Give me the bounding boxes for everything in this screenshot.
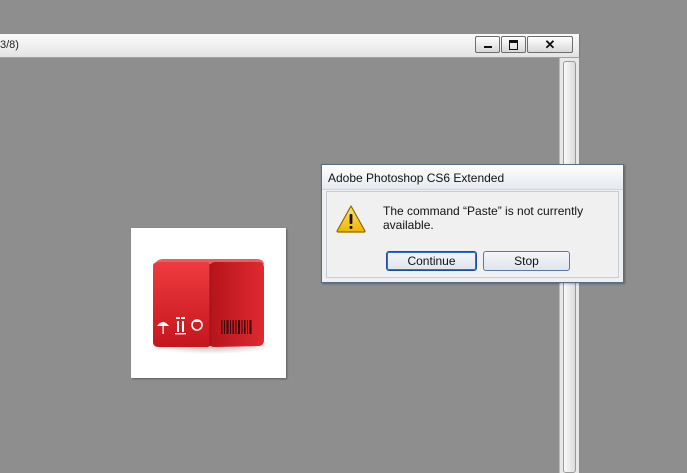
dialog-body: The command “Paste” is not currently ava… [326,191,619,278]
dialog-titlebar[interactable]: Adobe Photoshop CS6 Extended [322,165,623,190]
stop-button[interactable]: Stop [483,251,570,271]
warning-icon [336,205,366,233]
close-icon: ✕ [544,37,556,52]
document-title: 3/8) [0,39,19,51]
minimize-button[interactable] [475,36,500,53]
alert-dialog: Adobe Photoshop CS6 Extended The command… [321,164,624,283]
dialog-message: The command “Paste” is not currently ava… [383,204,584,232]
continue-button[interactable]: Continue [386,251,477,271]
document-window-titlebar[interactable]: 3/8) ✕ [0,34,580,58]
red-box-package-icon [149,259,273,354]
close-button[interactable]: ✕ [527,36,573,53]
maximize-button[interactable] [501,36,526,53]
dialog-title: Adobe Photoshop CS6 Extended [328,171,505,185]
canvas-image [131,228,286,378]
